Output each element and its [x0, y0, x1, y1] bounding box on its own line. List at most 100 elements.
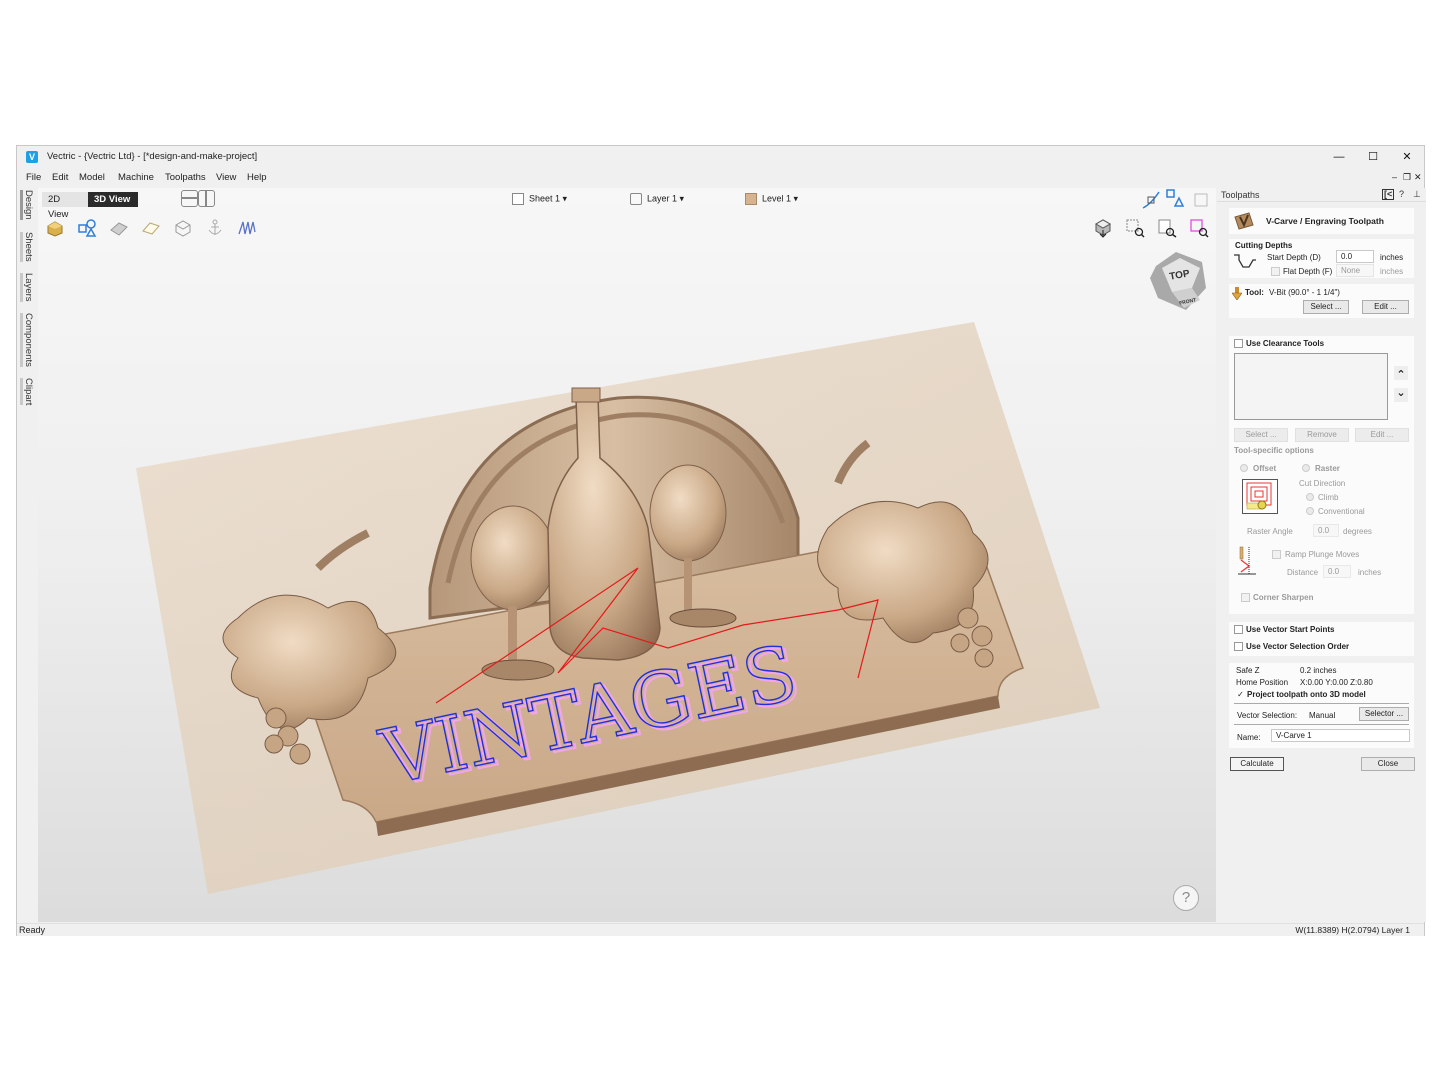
selection-box-icon[interactable] — [1191, 190, 1211, 210]
panel-help-icon[interactable]: ? — [1399, 189, 1404, 199]
start-depth-label: Start Depth (D) — [1267, 253, 1321, 262]
offset-pattern-icon — [1242, 479, 1278, 514]
move-down-button[interactable]: ⌄ — [1394, 388, 1408, 402]
layout-vertical-split-icon[interactable] — [198, 190, 215, 207]
texture-icon[interactable] — [109, 218, 129, 238]
model-block-icon[interactable] — [45, 218, 65, 238]
zoom-page-icon[interactable] — [1157, 218, 1177, 238]
shaded-cube-icon[interactable] — [1093, 218, 1113, 238]
help-button[interactable]: ? — [1173, 885, 1199, 911]
tool-card: Tool: V-Bit (90.0° - 1 1/4") Select ... … — [1229, 284, 1414, 318]
tab-2d-view[interactable]: 2D View — [42, 192, 88, 220]
flat-depth-unit: inches — [1380, 267, 1404, 276]
calculate-button[interactable]: Calculate — [1230, 757, 1284, 771]
flat-depth-input[interactable]: None — [1336, 264, 1374, 277]
tab-design[interactable]: Design — [20, 190, 34, 220]
snap-icon[interactable] — [1141, 190, 1161, 210]
vcarve-toolpath-icon — [1234, 212, 1254, 230]
tab-clipart[interactable]: Clipart — [20, 378, 34, 406]
vector-selection-label: Vector Selection: — [1237, 711, 1298, 720]
ramp-plunge-checkbox[interactable] — [1272, 550, 1281, 559]
raster-angle-input[interactable]: 0.0 — [1313, 524, 1339, 537]
climb-radio[interactable] — [1306, 493, 1314, 501]
select-tool-button[interactable]: Select ... — [1303, 300, 1349, 314]
shapes-select-icon[interactable] — [1165, 188, 1185, 208]
zoom-box-icon[interactable] — [1125, 218, 1145, 238]
tab-3d-view[interactable]: 3D View — [88, 192, 138, 207]
clearance-remove-button[interactable]: Remove — [1295, 428, 1349, 442]
project-toolpath-checkbox[interactable]: ✓ — [1236, 690, 1245, 699]
collapse-panel-icon[interactable]: [< — [1382, 189, 1395, 200]
use-vector-start-points-checkbox[interactable] — [1234, 625, 1243, 634]
selection-dimensions: W(11.8389) H(2.0794) Layer 1 — [1295, 925, 1410, 935]
doc-minimize-button[interactable]: – — [1392, 172, 1397, 182]
shapes-icon[interactable] — [77, 218, 97, 238]
menu-file[interactable]: File — [26, 172, 41, 183]
conventional-label: Conventional — [1318, 507, 1365, 516]
toolpath-type-title: V-Carve / Engraving Toolpath — [1266, 216, 1384, 226]
3d-scene: VINTAGES VINTAGES — [136, 322, 1100, 894]
close-button[interactable]: ✕ — [1392, 149, 1422, 165]
clearance-select-button[interactable]: Select ... — [1234, 428, 1288, 442]
doc-restore-button[interactable]: ❐ — [1403, 172, 1411, 183]
use-vector-selection-order-checkbox[interactable] — [1234, 642, 1243, 651]
menu-machine[interactable]: Machine — [118, 172, 154, 183]
navigation-cube[interactable]: TOP FRONT — [1146, 248, 1210, 312]
3d-viewport[interactable]: VINTAGES VINTAGES 2D View 3D View Sheet … — [38, 188, 1216, 922]
clearance-tools-list[interactable] — [1234, 353, 1388, 420]
use-clearance-tools-checkbox[interactable] — [1234, 339, 1243, 348]
layer-dropdown[interactable]: Layer 1 ▾ — [630, 193, 684, 205]
menu-help[interactable]: Help — [247, 172, 267, 183]
pin-icon[interactable]: ⊥ — [1413, 189, 1421, 200]
cut-direction-label: Cut Direction — [1299, 479, 1346, 488]
toolpaths-panel: Toolpaths [< ? ⊥ V-Carve / Engraving Too… — [1217, 188, 1426, 922]
menu-view[interactable]: View — [216, 172, 236, 183]
flat-depth-checkbox[interactable] — [1271, 267, 1280, 276]
minimize-button[interactable]: — — [1324, 149, 1354, 165]
raster-label: Raster — [1315, 464, 1340, 473]
tab-sheets[interactable]: Sheets — [20, 232, 34, 262]
toolpath-name-input[interactable]: V-Carve 1 — [1271, 729, 1410, 742]
level-dropdown[interactable]: Level 1 ▾ — [745, 193, 798, 205]
summary-card: Safe Z 0.2 inches Home Position X:0.00 Y… — [1229, 663, 1414, 748]
zoom-selected-icon[interactable] — [1189, 218, 1209, 238]
menu-toolpaths[interactable]: Toolpaths — [165, 172, 206, 183]
wireframe-cube-icon[interactable] — [173, 218, 193, 238]
tab-components[interactable]: Components — [20, 313, 34, 367]
start-depth-unit: inches — [1380, 253, 1404, 262]
title-bar: V Vectric - {Vectric Ltd} - [*design-and… — [17, 146, 1424, 168]
panel-title: Toolpaths — [1221, 190, 1260, 200]
cutting-depth-diagram-icon — [1234, 254, 1256, 268]
toolpath-wave-icon[interactable] — [237, 218, 257, 238]
divider — [1234, 724, 1409, 725]
selector-button[interactable]: Selector ... — [1359, 707, 1409, 721]
move-up-button[interactable]: ⌃ — [1394, 366, 1408, 381]
menu-model[interactable]: Model — [79, 172, 105, 183]
edit-tool-button[interactable]: Edit ... — [1362, 300, 1409, 314]
conventional-radio[interactable] — [1306, 507, 1314, 515]
start-depth-input[interactable]: 0.0 — [1336, 250, 1374, 263]
sheet-dropdown[interactable]: Sheet 1 ▾ — [512, 193, 567, 205]
anchor-icon[interactable] — [205, 218, 225, 238]
vector-selection-value: Manual — [1309, 711, 1336, 720]
use-vector-start-points-label: Use Vector Start Points — [1246, 625, 1335, 634]
offset-radio[interactable] — [1240, 464, 1248, 472]
clearance-edit-button[interactable]: Edit ... — [1355, 428, 1409, 442]
app-logo-icon: V — [26, 151, 38, 163]
cutting-depths-heading: Cutting Depths — [1235, 241, 1293, 250]
raster-radio[interactable] — [1302, 464, 1310, 472]
plane-icon[interactable] — [141, 218, 161, 238]
ramp-distance-input[interactable]: 0.0 — [1323, 565, 1351, 578]
vector-options-card: Use Vector Start Points Use Vector Selec… — [1229, 622, 1414, 656]
menu-edit[interactable]: Edit — [52, 172, 68, 183]
close-panel-button[interactable]: Close — [1361, 757, 1415, 771]
safe-z-label: Safe Z — [1236, 666, 1260, 675]
doc-close-button[interactable]: ✕ — [1414, 172, 1422, 183]
tab-layers[interactable]: Layers — [20, 273, 34, 302]
maximize-button[interactable]: ☐ — [1358, 149, 1388, 165]
layout-horizontal-split-icon[interactable] — [181, 190, 198, 207]
cutting-depths-card: Cutting Depths Start Depth (D) 0.0 inche… — [1229, 239, 1414, 278]
corner-sharpen-checkbox[interactable] — [1241, 593, 1250, 602]
offset-label: Offset — [1253, 464, 1277, 473]
ramp-distance-unit: inches — [1358, 568, 1382, 577]
